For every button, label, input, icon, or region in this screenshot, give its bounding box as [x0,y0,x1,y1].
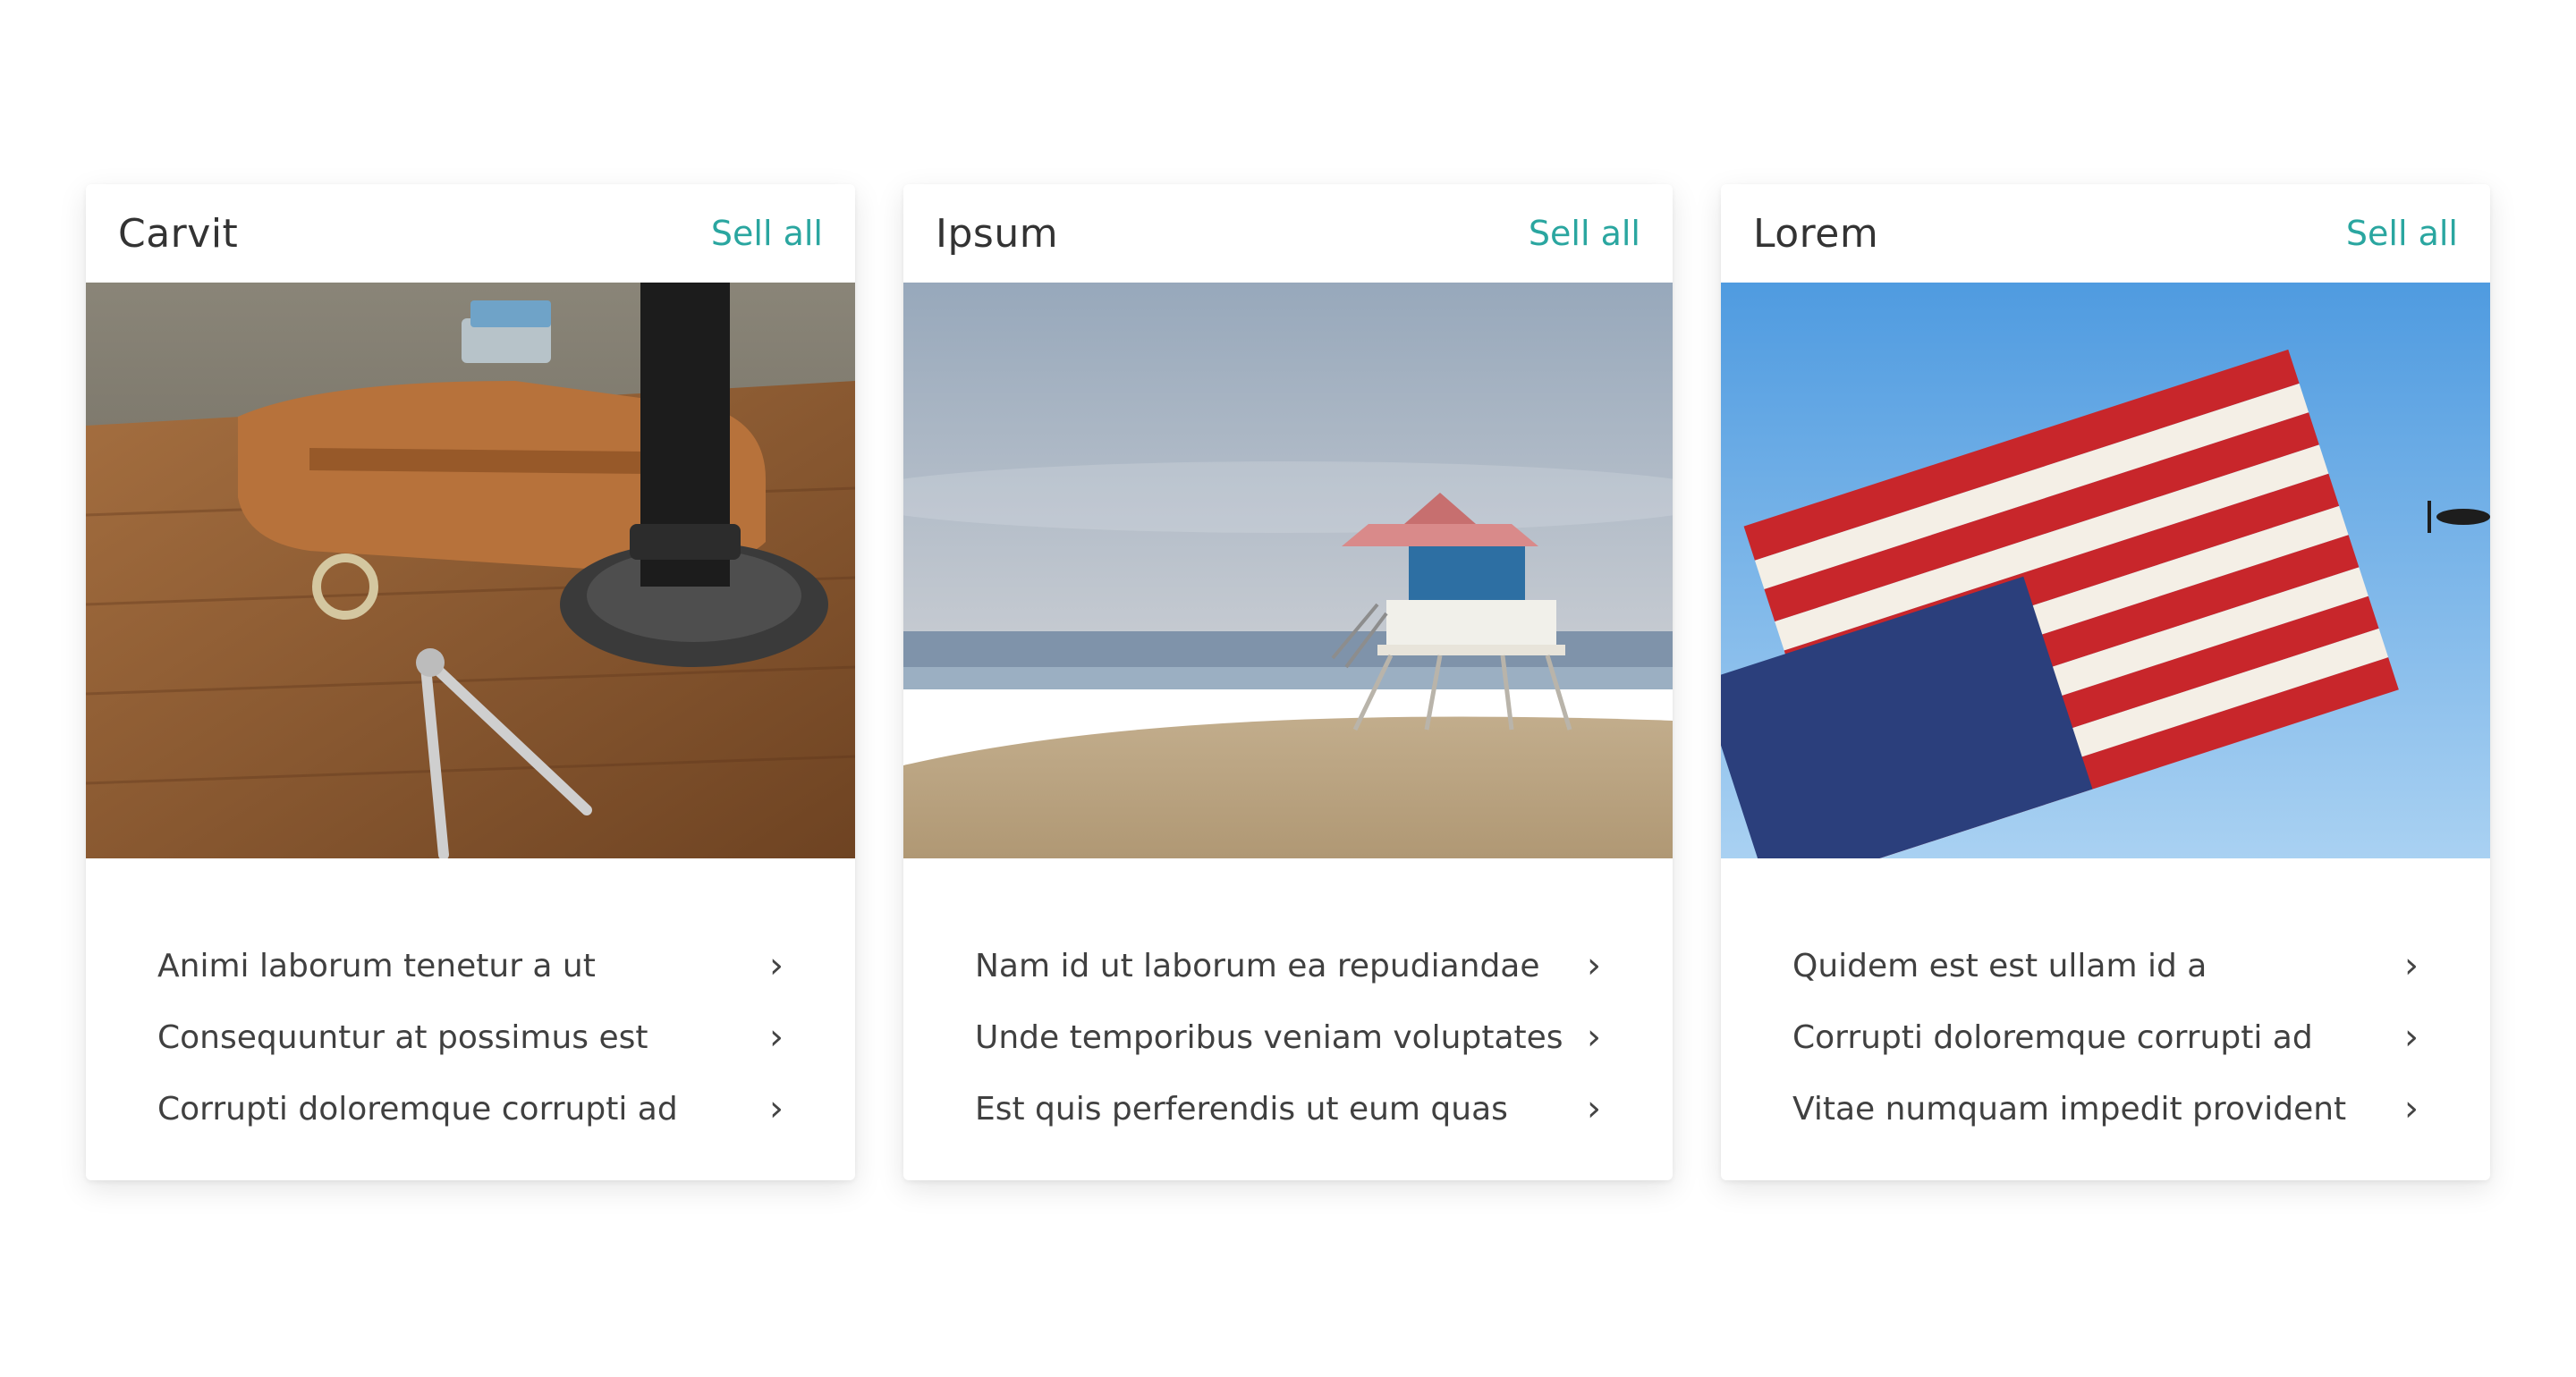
list-item[interactable]: Corrupti doloremque corrupti ad › [1792,1001,2419,1073]
card-list: Animi laborum tenetur a ut › Consequuntu… [86,858,855,1145]
list-item[interactable]: Est quis perferendis ut eum quas › [975,1073,1601,1145]
chevron-right-icon: › [769,945,784,986]
list-item[interactable]: Consequuntur at possimus est › [157,1001,784,1073]
sell-all-link[interactable]: Sell all [711,214,823,253]
chevron-right-icon: › [1587,1088,1601,1129]
list-item[interactable]: Corrupti doloremque corrupti ad › [157,1073,784,1145]
list-item[interactable]: Quidem est est ullam id a › [1792,930,2419,1001]
list-item-label: Quidem est est ullam id a [1792,947,2207,984]
card-title: Lorem [1753,210,1879,257]
list-item[interactable]: Vitae numquam impedit provident › [1792,1073,2419,1145]
cards-row: Carvit Sell all Animi laborum tenetur a … [86,184,2490,1180]
list-item-label: Nam id ut laborum ea repudiandae [975,947,1540,984]
card-carvit: Carvit Sell all Animi laborum tenetur a … [86,184,855,1180]
list-item-label: Vitae numquam impedit provident [1792,1090,2347,1128]
card-list: Nam id ut laborum ea repudiandae › Unde … [903,858,1673,1145]
card-header: Ipsum Sell all [903,184,1673,283]
list-item-label: Est quis perferendis ut eum quas [975,1090,1508,1128]
list-item[interactable]: Unde temporibus veniam voluptates › [975,1001,1601,1073]
card-title: Carvit [118,210,239,257]
card-lorem: Lorem Sell all Quidem est est ullam id a… [1721,184,2490,1180]
list-item-label: Unde temporibus veniam voluptates [975,1018,1563,1056]
sell-all-link[interactable]: Sell all [1529,214,1640,253]
card-header: Lorem Sell all [1721,184,2490,283]
chevron-right-icon: › [2404,1088,2419,1129]
sell-all-link[interactable]: Sell all [2346,214,2458,253]
chevron-right-icon: › [2404,945,2419,986]
chevron-right-icon: › [769,1017,784,1058]
card-image-desk [86,283,855,858]
card-image-beach [903,283,1673,858]
chevron-right-icon: › [1587,1017,1601,1058]
list-item-label: Animi laborum tenetur a ut [157,947,596,984]
list-item-label: Consequuntur at possimus est [157,1018,648,1056]
list-item-label: Corrupti doloremque corrupti ad [157,1090,678,1128]
list-item[interactable]: Animi laborum tenetur a ut › [157,930,784,1001]
chevron-right-icon: › [2404,1017,2419,1058]
list-item[interactable]: Nam id ut laborum ea repudiandae › [975,930,1601,1001]
card-list: Quidem est est ullam id a › Corrupti dol… [1721,858,2490,1145]
chevron-right-icon: › [769,1088,784,1129]
list-item-label: Corrupti doloremque corrupti ad [1792,1018,2313,1056]
card-image-flag [1721,283,2490,858]
card-header: Carvit Sell all [86,184,855,283]
card-ipsum: Ipsum Sell all Nam id ut laborum ea repu… [903,184,1673,1180]
chevron-right-icon: › [1587,945,1601,986]
card-title: Ipsum [936,210,1059,257]
